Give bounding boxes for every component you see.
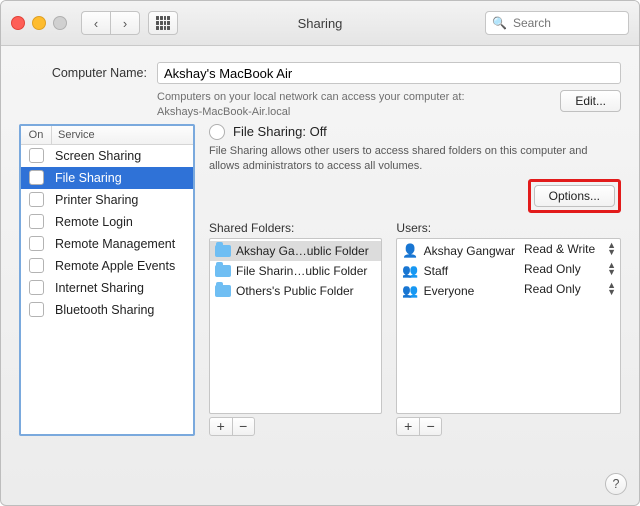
permission-select[interactable]: Read Only ▲▼ — [520, 259, 620, 279]
stepper-icon: ▲▼ — [607, 242, 616, 256]
sharing-toggle-radio[interactable] — [209, 124, 225, 140]
service-remote-management[interactable]: Remote Management — [21, 233, 193, 255]
service-printer-sharing[interactable]: Printer Sharing — [21, 189, 193, 211]
users-add-remove: + − — [396, 417, 442, 436]
help-button[interactable]: ? — [605, 473, 627, 495]
close-icon[interactable] — [11, 16, 25, 30]
back-button[interactable]: ‹ — [81, 11, 110, 35]
stepper-icon: ▲▼ — [607, 262, 616, 276]
service-checkbox[interactable] — [29, 280, 44, 295]
service-checkbox[interactable] — [29, 236, 44, 251]
service-label: Remote Apple Events — [51, 259, 193, 273]
service-label: Bluetooth Sharing — [51, 303, 193, 317]
edit-button[interactable]: Edit... — [560, 90, 621, 112]
preferences-window: ‹ › Sharing 🔍 Computer Name: Computers o… — [0, 0, 640, 506]
shared-folders-list[interactable]: Akshay Ga…ublic Folder File Sharin…ublic … — [210, 239, 381, 412]
permission-label: Read Only — [524, 262, 581, 276]
search-icon: 🔍 — [492, 16, 507, 30]
search-field[interactable]: 🔍 — [485, 11, 629, 35]
person-icon: 👤 — [402, 243, 418, 259]
shared-folders-header: Shared Folders: — [209, 221, 382, 235]
folder-icon — [215, 245, 231, 257]
permission-select[interactable]: Read & Write ▲▼ — [520, 239, 620, 259]
service-checkbox[interactable] — [29, 258, 44, 273]
services-col-on: On — [21, 126, 52, 144]
titlebar: ‹ › Sharing 🔍 — [1, 1, 639, 46]
group-icon: 👥 — [402, 283, 418, 299]
user-item[interactable]: 👤 Akshay Gangwar — [397, 241, 520, 261]
services-col-service: Service — [52, 126, 193, 144]
computer-name-sub1: Computers on your local network can acce… — [157, 91, 465, 103]
service-checkbox[interactable] — [29, 170, 44, 185]
minimize-icon[interactable] — [32, 16, 46, 30]
shared-folder-item[interactable]: Akshay Ga…ublic Folder — [210, 241, 381, 261]
service-checkbox[interactable] — [29, 192, 44, 207]
service-label: Internet Sharing — [51, 281, 193, 295]
services-list: On Service Screen Sharing File Sharing Pri… — [19, 124, 195, 436]
users-list[interactable]: 👤 Akshay Gangwar 👥 Staff 👥 Everyone — [397, 239, 520, 412]
service-bluetooth-sharing[interactable]: Bluetooth Sharing — [21, 299, 193, 321]
folder-icon — [215, 265, 231, 277]
shared-folder-label: Others's Public Folder — [236, 284, 354, 298]
service-remote-apple-events[interactable]: Remote Apple Events — [21, 255, 193, 277]
user-item[interactable]: 👥 Everyone — [397, 281, 520, 301]
folder-icon — [215, 285, 231, 297]
show-all-button[interactable] — [148, 11, 178, 35]
add-folder-button[interactable]: + — [210, 418, 233, 435]
user-label: Staff — [424, 264, 448, 278]
users-header: Users: — [396, 221, 621, 235]
service-remote-login[interactable]: Remote Login — [21, 211, 193, 233]
search-input[interactable] — [511, 15, 622, 31]
group-icon: 👥 — [402, 263, 418, 279]
service-checkbox[interactable] — [29, 148, 44, 163]
shared-folder-item[interactable]: File Sharin…ublic Folder — [210, 261, 381, 281]
service-file-sharing[interactable]: File Sharing — [21, 167, 193, 189]
zoom-icon[interactable] — [53, 16, 67, 30]
service-label: Remote Management — [51, 237, 193, 251]
computer-name-sub2: Akshays-MacBook-Air.local — [157, 106, 290, 118]
user-item[interactable]: 👥 Staff — [397, 261, 520, 281]
service-checkbox[interactable] — [29, 214, 44, 229]
computer-name-label: Computer Name: — [19, 62, 147, 80]
remove-user-button[interactable]: − — [420, 418, 442, 435]
computer-name-input[interactable] — [157, 62, 621, 84]
service-label: File Sharing — [51, 171, 193, 185]
shared-folders-add-remove: + − — [209, 417, 255, 436]
grid-icon — [156, 16, 170, 30]
shared-folder-label: File Sharin…ublic Folder — [236, 264, 367, 278]
shared-folder-label: Akshay Ga…ublic Folder — [236, 244, 369, 258]
service-label: Printer Sharing — [51, 193, 193, 207]
service-checkbox[interactable] — [29, 302, 44, 317]
permission-label: Read & Write — [524, 242, 595, 256]
user-label: Akshay Gangwar — [424, 244, 515, 258]
permission-select[interactable]: Read Only ▲▼ — [520, 279, 620, 299]
forward-button[interactable]: › — [110, 11, 140, 35]
permission-label: Read Only — [524, 282, 581, 296]
add-user-button[interactable]: + — [397, 418, 420, 435]
remove-folder-button[interactable]: − — [233, 418, 255, 435]
status-title: File Sharing: Off — [233, 124, 327, 139]
service-label: Remote Login — [51, 215, 193, 229]
window-controls — [11, 16, 67, 30]
service-label: Screen Sharing — [51, 149, 193, 163]
options-button[interactable]: Options... — [534, 185, 615, 207]
stepper-icon: ▲▼ — [607, 282, 616, 296]
highlight-box: Options... — [528, 179, 621, 213]
status-desc: File Sharing allows other users to acces… — [209, 144, 621, 174]
service-internet-sharing[interactable]: Internet Sharing — [21, 277, 193, 299]
permissions-column: Read & Write ▲▼ Read Only ▲▼ Read Only ▲▼ — [520, 239, 620, 412]
shared-folder-item[interactable]: Others's Public Folder — [210, 281, 381, 301]
user-label: Everyone — [424, 284, 475, 298]
service-screen-sharing[interactable]: Screen Sharing — [21, 145, 193, 167]
